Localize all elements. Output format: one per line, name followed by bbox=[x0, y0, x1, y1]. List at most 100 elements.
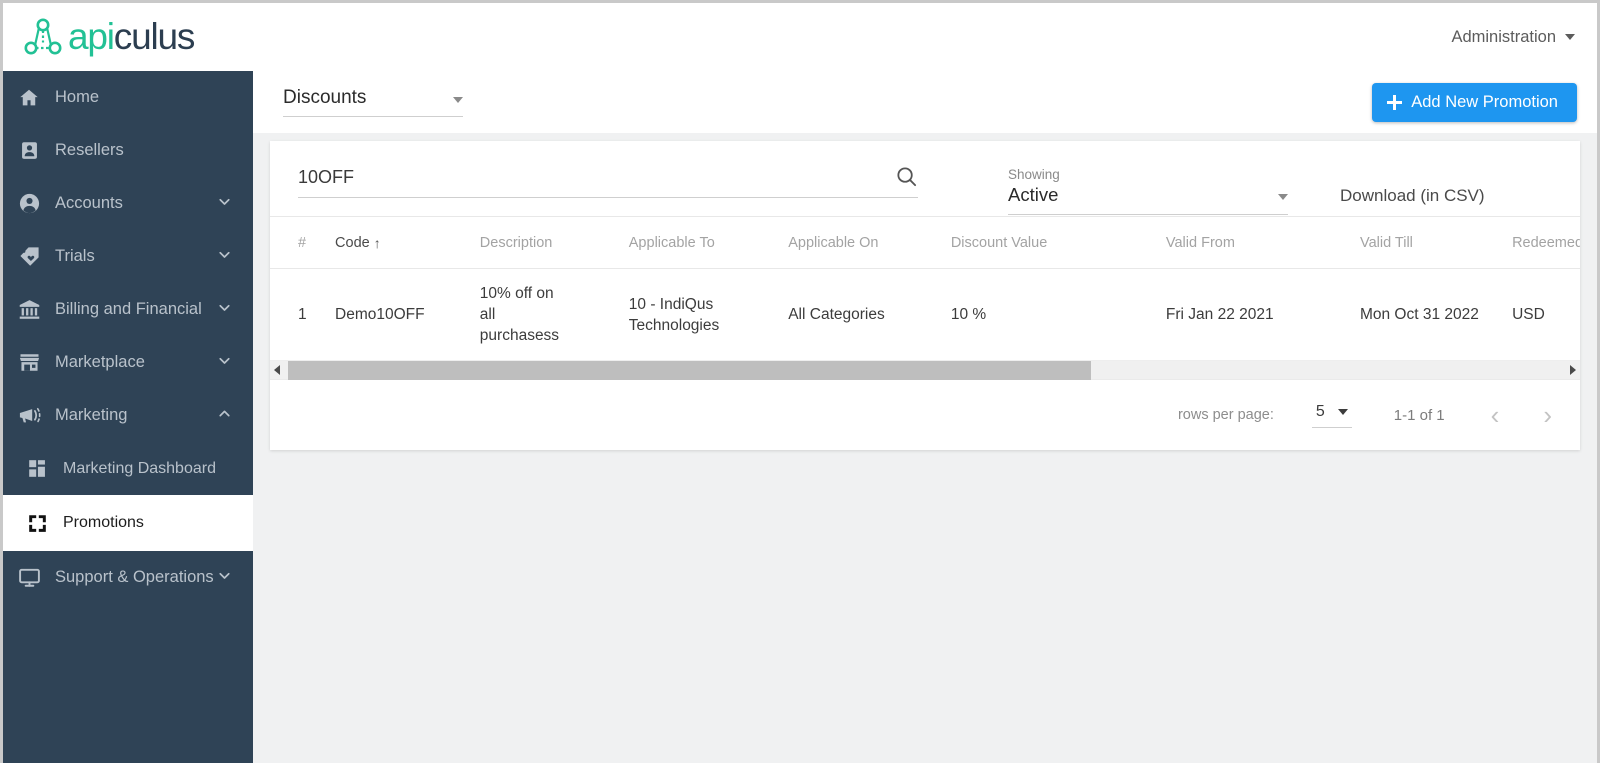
chevron-down-icon bbox=[1565, 34, 1575, 40]
rows-per-page-value: 5 bbox=[1315, 402, 1325, 420]
pagination-range: 1-1 of 1 bbox=[1393, 406, 1445, 424]
cell-valid-from: Fri Jan 22 2021 bbox=[1165, 268, 1360, 361]
tag-heart-icon bbox=[17, 245, 41, 269]
sidebar-item-marketing[interactable]: Marketing bbox=[3, 389, 253, 442]
sidebar-label: Marketing Dashboard bbox=[63, 459, 216, 477]
column-header-discount-value[interactable]: Discount Value bbox=[950, 217, 1166, 269]
sidebar: Home Resellers Accounts Trials Billing a… bbox=[3, 71, 253, 763]
column-header-applicable-to[interactable]: Applicable To bbox=[628, 217, 789, 269]
download-csv-link[interactable]: Download (in CSV) bbox=[1340, 186, 1485, 206]
chevron-down-icon bbox=[1337, 408, 1348, 415]
add-new-promotion-button[interactable]: Add New Promotion bbox=[1372, 83, 1577, 122]
sidebar-label: Home bbox=[55, 88, 100, 106]
cell-description-text: 10% off on all purchasess bbox=[479, 285, 560, 344]
column-header-description[interactable]: Description bbox=[479, 217, 629, 269]
rows-per-page-label: rows per page: bbox=[1177, 407, 1274, 423]
sidebar-item-accounts[interactable]: Accounts bbox=[3, 177, 253, 230]
chevron-down-icon bbox=[216, 246, 233, 268]
logo-text-accent: api bbox=[68, 16, 115, 57]
plus-icon bbox=[1387, 95, 1403, 110]
monitor-icon bbox=[17, 566, 41, 590]
sidebar-item-billing-and-financial[interactable]: Billing and Financial bbox=[3, 283, 253, 336]
main-content: Discounts Add New Promotion Showing bbox=[253, 71, 1597, 763]
scrollbar-track[interactable] bbox=[284, 360, 1566, 380]
table-header-row: # Code ↑ Description Applicable To Applic… bbox=[270, 217, 1580, 269]
expand-corners-icon bbox=[25, 511, 49, 535]
sidebar-label: Accounts bbox=[55, 194, 123, 212]
table-row[interactable]: 1 Demo10OFF 10% off on all purchasess 10… bbox=[270, 268, 1580, 361]
promotions-table-wrapper: # Code ↑ Description Applicable To Applic… bbox=[270, 217, 1580, 361]
column-header-applicable-on[interactable]: Applicable On bbox=[788, 217, 951, 269]
column-header-code[interactable]: Code ↑ bbox=[335, 217, 480, 269]
page-toolbar: Discounts Add New Promotion bbox=[253, 71, 1597, 133]
chevron-down-icon bbox=[1278, 194, 1288, 200]
column-header-valid-till[interactable]: Valid Till bbox=[1359, 217, 1513, 269]
app-window: apiculus Administration Home Resellers A… bbox=[0, 0, 1600, 763]
sidebar-item-resellers[interactable]: Resellers bbox=[3, 124, 253, 177]
top-bar: apiculus Administration bbox=[3, 3, 1597, 71]
sidebar-label: Marketplace bbox=[55, 353, 145, 371]
filter-row: Showing Active Download (in CSV) bbox=[270, 141, 1580, 217]
sort-ascending-icon: ↑ bbox=[373, 235, 381, 251]
scroll-right-arrow[interactable] bbox=[1566, 365, 1580, 375]
promotions-card: Showing Active Download (in CSV) # Code↑… bbox=[270, 141, 1580, 450]
home-icon bbox=[17, 86, 41, 110]
promotion-type-value: Discounts bbox=[283, 87, 367, 108]
triangle-right-icon bbox=[1570, 365, 1576, 375]
column-header-redeemed[interactable]: Redeemed bbox=[1512, 217, 1580, 269]
scrollbar-thumb[interactable] bbox=[288, 360, 1091, 380]
search-input[interactable] bbox=[298, 167, 918, 188]
showing-value: Active bbox=[1008, 184, 1059, 205]
cell-applicable-to-text: 10 - IndiQus Technologies bbox=[628, 295, 720, 334]
scroll-left-arrow[interactable] bbox=[270, 365, 284, 375]
rows-per-page-select[interactable]: 5 bbox=[1311, 402, 1352, 428]
cell-applicable-on: All Categories bbox=[788, 268, 951, 361]
chevron-down-icon bbox=[216, 299, 233, 321]
cell-redeemed: USD bbox=[1512, 268, 1580, 361]
logo-text-dark: culus bbox=[113, 16, 196, 57]
cell-description: 10% off on all purchasess bbox=[479, 268, 629, 361]
id-card-icon bbox=[17, 139, 41, 163]
add-new-promotion-label: Add New Promotion bbox=[1411, 93, 1558, 111]
table-body: 1 Demo10OFF 10% off on all purchasess 10… bbox=[270, 268, 1580, 361]
chevron-up-icon bbox=[216, 405, 233, 427]
sidebar-label: Resellers bbox=[55, 141, 124, 159]
cell-valid-till: Mon Oct 31 2022 bbox=[1359, 268, 1513, 361]
apiculus-logo-text: apiculus bbox=[68, 16, 196, 58]
apiculus-logo-icon bbox=[23, 17, 67, 57]
sidebar-label: Support & Operations bbox=[55, 568, 214, 586]
sidebar-item-trials[interactable]: Trials bbox=[3, 230, 253, 283]
table-head: # Code ↑ Description Applicable To Applic… bbox=[270, 217, 1580, 269]
cell-applicable-to: 10 - IndiQus Technologies bbox=[628, 268, 789, 361]
megaphone-icon bbox=[17, 404, 41, 428]
horizontal-scrollbar[interactable] bbox=[270, 360, 1580, 380]
chevron-down-icon bbox=[453, 97, 463, 103]
dashboard-grid-icon bbox=[25, 457, 49, 481]
search-icon[interactable] bbox=[895, 165, 918, 193]
next-page-button[interactable]: › bbox=[1543, 402, 1552, 428]
column-header-valid-from[interactable]: Valid From bbox=[1165, 217, 1360, 269]
promotions-table: # Code ↑ Description Applicable To Applic… bbox=[270, 217, 1580, 361]
promotion-type-select[interactable]: Discounts bbox=[283, 87, 463, 117]
sidebar-item-support-and-operations[interactable]: Support & Operations bbox=[3, 551, 253, 604]
previous-page-button[interactable]: ‹ bbox=[1491, 402, 1500, 428]
administration-label: Administration bbox=[1451, 27, 1556, 46]
sidebar-item-home[interactable]: Home bbox=[3, 71, 253, 124]
cell-num: 1 bbox=[270, 268, 336, 361]
pagination: rows per page: 5 1-1 of 1 ‹ › bbox=[270, 380, 1580, 450]
column-header-code-label: Code bbox=[335, 235, 370, 251]
chevron-down-icon bbox=[216, 193, 233, 215]
chevron-down-icon bbox=[216, 352, 233, 374]
sidebar-label: Trials bbox=[55, 247, 95, 265]
bank-icon bbox=[17, 298, 41, 322]
sidebar-label: Marketing bbox=[55, 406, 128, 424]
apiculus-logo[interactable]: apiculus bbox=[23, 16, 196, 58]
sidebar-item-marketplace[interactable]: Marketplace bbox=[3, 336, 253, 389]
showing-select[interactable]: Active bbox=[1008, 184, 1288, 215]
sidebar-item-promotions[interactable]: Promotions bbox=[3, 495, 253, 551]
column-header-num[interactable]: # bbox=[270, 217, 336, 269]
cell-code: Demo10OFF bbox=[335, 268, 480, 361]
administration-menu[interactable]: Administration bbox=[1451, 28, 1575, 47]
sidebar-item-marketing-dashboard[interactable]: Marketing Dashboard bbox=[3, 442, 253, 495]
user-circle-icon bbox=[17, 192, 41, 216]
